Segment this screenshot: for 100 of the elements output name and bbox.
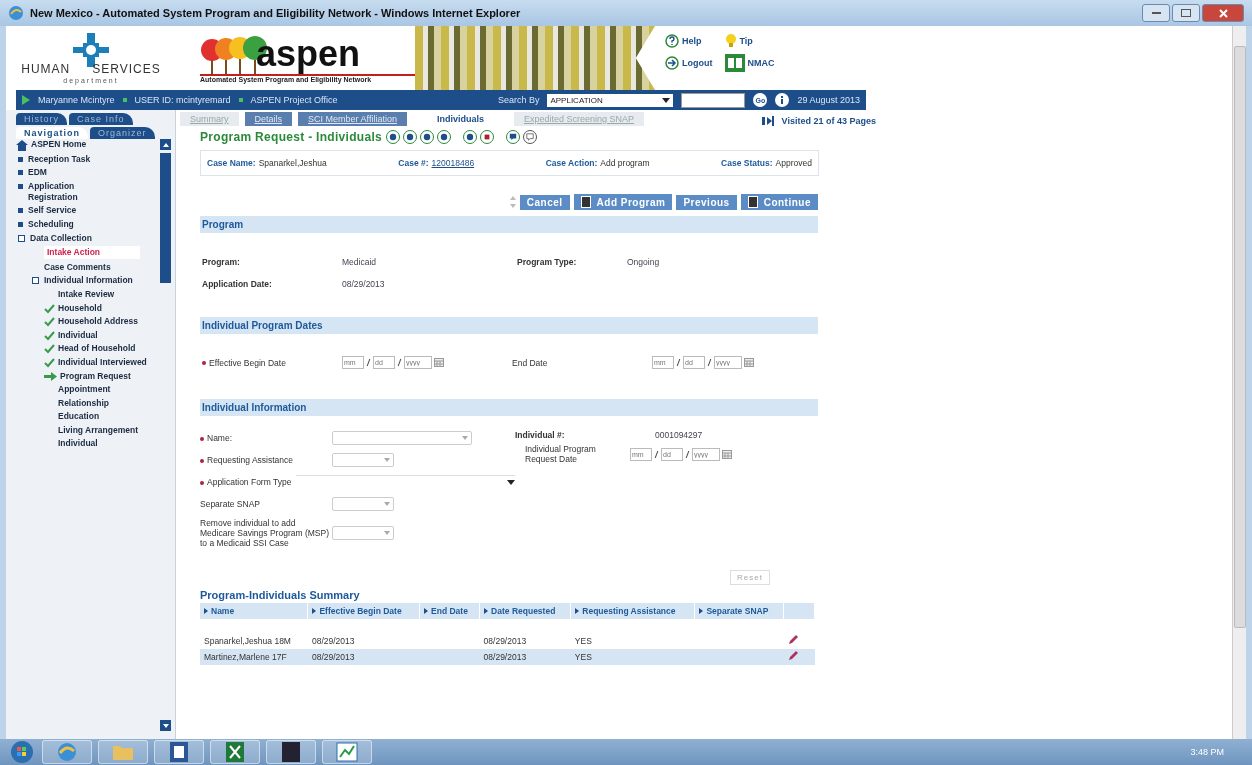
header-link[interactable]: Logout	[682, 58, 713, 68]
page-nav-icon[interactable]	[761, 116, 776, 126]
nav-link[interactable]: Self Service	[28, 205, 77, 217]
search-by-dropdown[interactable]: APPLICATION	[547, 93, 674, 107]
calendar-icon[interactable]	[722, 449, 732, 459]
maximize-button[interactable]	[1172, 4, 1200, 22]
nav-link[interactable]: Scheduling	[28, 218, 74, 230]
user-id: USER ID: mcintyremard	[134, 95, 231, 105]
current-date: 29 August 2013	[797, 95, 860, 105]
nav-link[interactable]: Intake Review	[58, 288, 115, 300]
column-header[interactable]: Requesting Assistance	[570, 603, 695, 619]
document-icon[interactable]	[169, 741, 189, 763]
field-label: End Date	[512, 357, 548, 368]
nav-link[interactable]: Household Address	[58, 316, 138, 328]
nav-link[interactable]: Application Registration	[28, 180, 118, 203]
side-tab[interactable]: Navigation	[16, 127, 88, 139]
column-header[interactable]: Date Requested	[479, 603, 571, 619]
chart-icon[interactable]	[336, 741, 358, 763]
pencil-icon[interactable]	[787, 635, 798, 645]
column-header[interactable]: Name	[200, 603, 308, 619]
spreadsheet-icon[interactable]	[225, 741, 245, 763]
nav-link[interactable]: Reception Task	[28, 153, 91, 165]
field-label: Name:	[200, 433, 233, 443]
field-value: Ongoing	[627, 257, 661, 267]
field-label: Effective Begin Date	[202, 357, 286, 368]
field-label: Requesting Assistance	[200, 455, 293, 465]
nav-link[interactable]: Relationship	[58, 397, 109, 409]
case-label: Case Status:	[721, 158, 773, 168]
page-tab[interactable]: Details	[244, 112, 293, 126]
agency-name: HUMAN	[21, 61, 71, 76]
nav-link[interactable]: Individual Information	[44, 275, 133, 287]
window-title: New Mexico - Automated System Program and Eligibility Network - Windows Internet Explorer	[30, 7, 521, 19]
nav-link[interactable]: Head of Household	[58, 343, 136, 355]
start-button[interactable]	[8, 740, 36, 764]
expand-toggle[interactable]	[32, 277, 39, 285]
column-header[interactable]: Separate SNAP	[694, 603, 784, 619]
header-link[interactable]: Help	[682, 36, 702, 46]
field-label: Remove individual to add Medicare Savings Program (MSP) to a Medicaid SSI Case	[200, 518, 330, 548]
sort-icon	[509, 195, 516, 209]
table-cell: 08/29/2013	[311, 652, 355, 662]
column-header[interactable]: Effective Begin Date	[307, 603, 420, 619]
close-button[interactable]	[1202, 4, 1244, 22]
table-cell: YES	[574, 636, 592, 646]
table-cell: YES	[574, 652, 592, 662]
browser-icon	[8, 5, 24, 21]
column-header[interactable]: End Date	[419, 603, 480, 619]
nav-link[interactable]: Case Comments	[44, 261, 111, 273]
page-title: Program Request - Individuals	[200, 130, 383, 144]
info-icon[interactable]	[775, 93, 790, 107]
nav-link[interactable]: Household	[58, 302, 102, 314]
nav-link[interactable]: Appointment	[58, 384, 111, 396]
close-icon[interactable]	[1218, 8, 1228, 18]
nav-link[interactable]: Individual Interviewed	[58, 356, 147, 368]
nav-link[interactable]: Education	[58, 411, 100, 423]
header-link[interactable]: NMAC	[747, 58, 775, 68]
side-tab[interactable]: History	[16, 113, 67, 125]
nav-link[interactable]: Program Request	[60, 370, 131, 382]
visited-count: Visited 21 of 43 Pages	[781, 116, 876, 126]
table-cell: 08/29/2013	[311, 636, 355, 646]
brand-logo: aspen	[256, 35, 361, 72]
side-tab[interactable]: Case Info	[69, 113, 133, 125]
check-icon	[44, 317, 55, 328]
clock: 3:48 PM	[1190, 747, 1225, 757]
nav-link[interactable]: Living Arrangement	[58, 424, 138, 436]
field-label: Program:	[202, 257, 241, 267]
table-cell: 08/29/2013	[483, 636, 527, 646]
pencil-icon[interactable]	[787, 651, 798, 661]
section-header: Individual Information	[200, 399, 818, 416]
play-icon	[22, 95, 30, 105]
nav-link[interactable]: EDM	[28, 167, 47, 179]
table-cell: 08/29/2013	[483, 652, 527, 662]
bullet-icon	[18, 156, 23, 162]
case-label: Case #:	[398, 158, 429, 168]
table-cell: Spanarkel,Jeshua 18M	[204, 636, 291, 646]
nav-link[interactable]: Intake Action	[44, 246, 140, 260]
check-icon	[44, 303, 55, 314]
summary-title: Program-Individuals Summary	[200, 589, 361, 601]
logout-icon[interactable]	[665, 56, 679, 70]
case-value: Add program	[600, 158, 650, 168]
check-icon	[44, 330, 55, 341]
nav-link[interactable]: Individual	[58, 329, 98, 341]
check-icon	[44, 357, 55, 368]
terminal-icon[interactable]	[281, 741, 301, 763]
side-tab[interactable]: Organizer	[90, 127, 155, 139]
header-link[interactable]: Tip	[739, 36, 753, 46]
minimize-button[interactable]	[1142, 4, 1170, 22]
nav-link[interactable]: Data Collection	[30, 232, 92, 244]
expand-toggle[interactable]	[18, 234, 25, 242]
table-cell: Martinez,Marlene 17F	[204, 652, 287, 662]
nav-link[interactable]: Individual	[58, 438, 98, 450]
case-number-link[interactable]: 120018486	[431, 158, 475, 168]
section-header: Individual Program Dates	[200, 317, 818, 334]
case-label: Case Name:	[207, 158, 256, 168]
scrollbar[interactable]	[1232, 26, 1246, 739]
nav-link[interactable]: ASPEN Home	[31, 139, 87, 150]
field-value: 08/29/2013	[342, 279, 386, 289]
page-tab[interactable]: SCI Member Affiliation	[298, 112, 407, 126]
search-field[interactable]	[681, 92, 746, 108]
book-icon[interactable]	[724, 54, 745, 72]
help-icon[interactable]	[665, 34, 679, 48]
